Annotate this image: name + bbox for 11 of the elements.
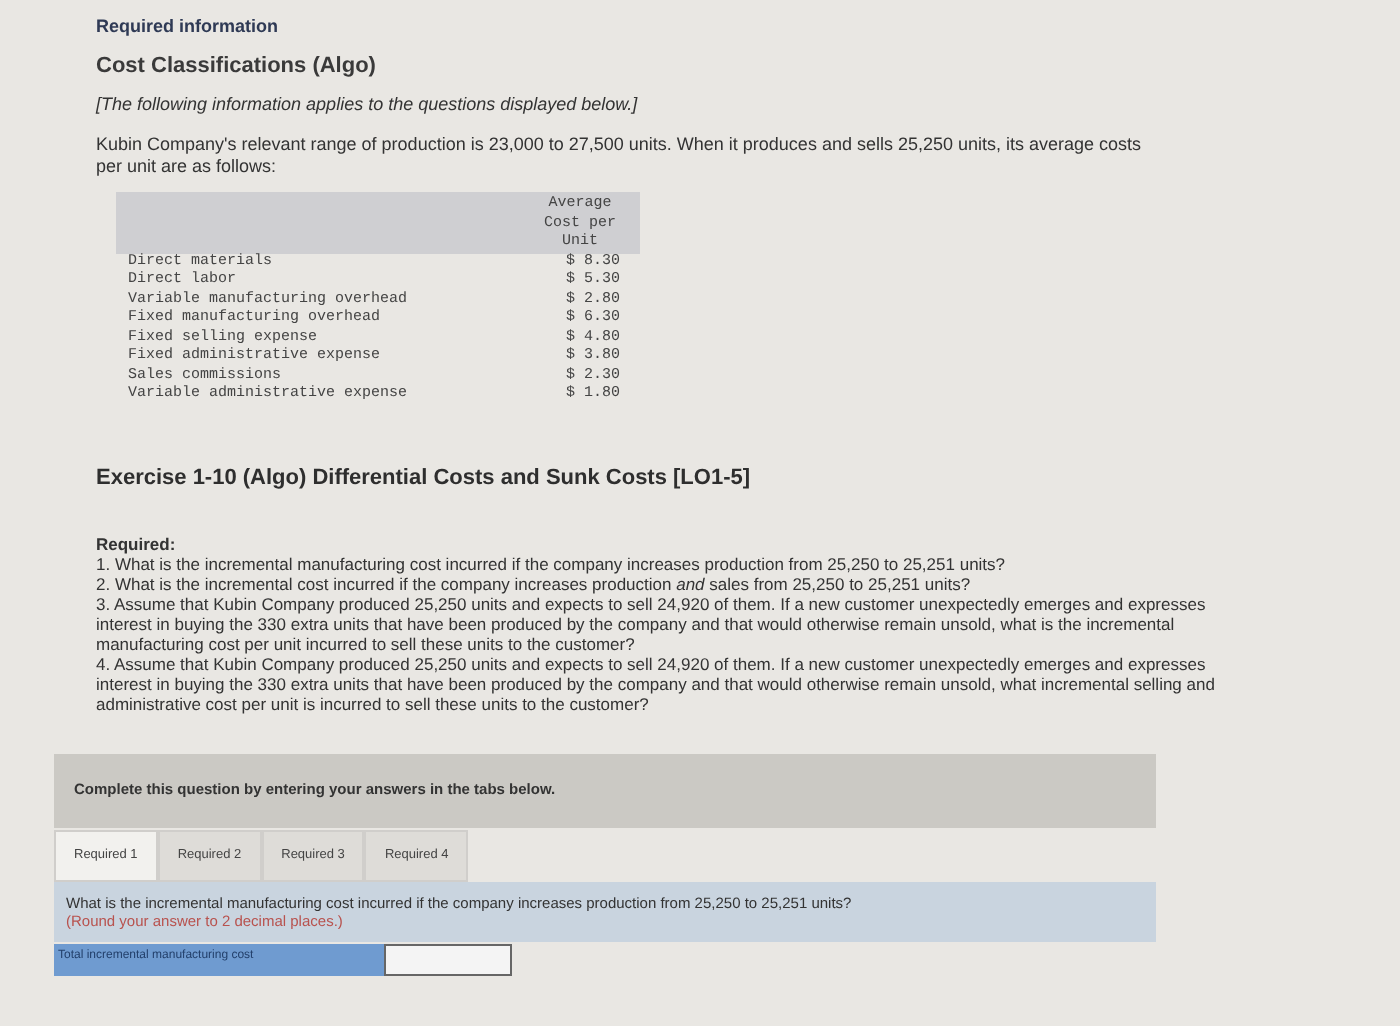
question-text: 2. What is the incremental cost incurred if the company increases production and sales from 25,250 to 25,251 units? <box>96 573 973 593</box>
required-label: Required: <box>96 533 178 553</box>
info-note: [The following information applies to the questions displayed below.] <box>96 94 640 114</box>
page-title: Cost Classifications (Algo) <box>96 54 378 78</box>
question-text: 3. Assume that Kubin Company produced 25,250 units and expects to sell 24,920 of them. If a new customer unexpectedly emerges and expresses interest in buying the 330 extra units that have been produced by the company and that would otherwise remain unsold, what is the incremental manufacturing cost per unit incurred to sell these units to the customer? <box>96 593 1208 653</box>
exercise-title: Exercise 1-10 (Algo) Differential Costs and Sunk Costs [LO1-5] <box>96 465 753 489</box>
question-text: 1. What is the incremental manufacturing cost incurred if the company increases production from 25,250 to 25,251 units? <box>96 553 1008 573</box>
answer-field[interactable] <box>384 943 512 975</box>
intro-text: Kubin Company's relevant range of production is 23,000 to 27,500 units. When it produces and sells 25,250 units, its average costs per unit are as follows: <box>96 134 1144 178</box>
section-label: Required information <box>96 16 281 36</box>
question-text: 4. Assume that Kubin Company produced 25,250 units and expects to sell 24,920 of them. If a new customer unexpectedly emerges and expresses interest in buying the 330 extra units that have been produced by the company and that would otherwise remain unsold, what incremental selling and administrative cost per unit is incurred to sell these units to the customer? <box>96 653 1217 713</box>
